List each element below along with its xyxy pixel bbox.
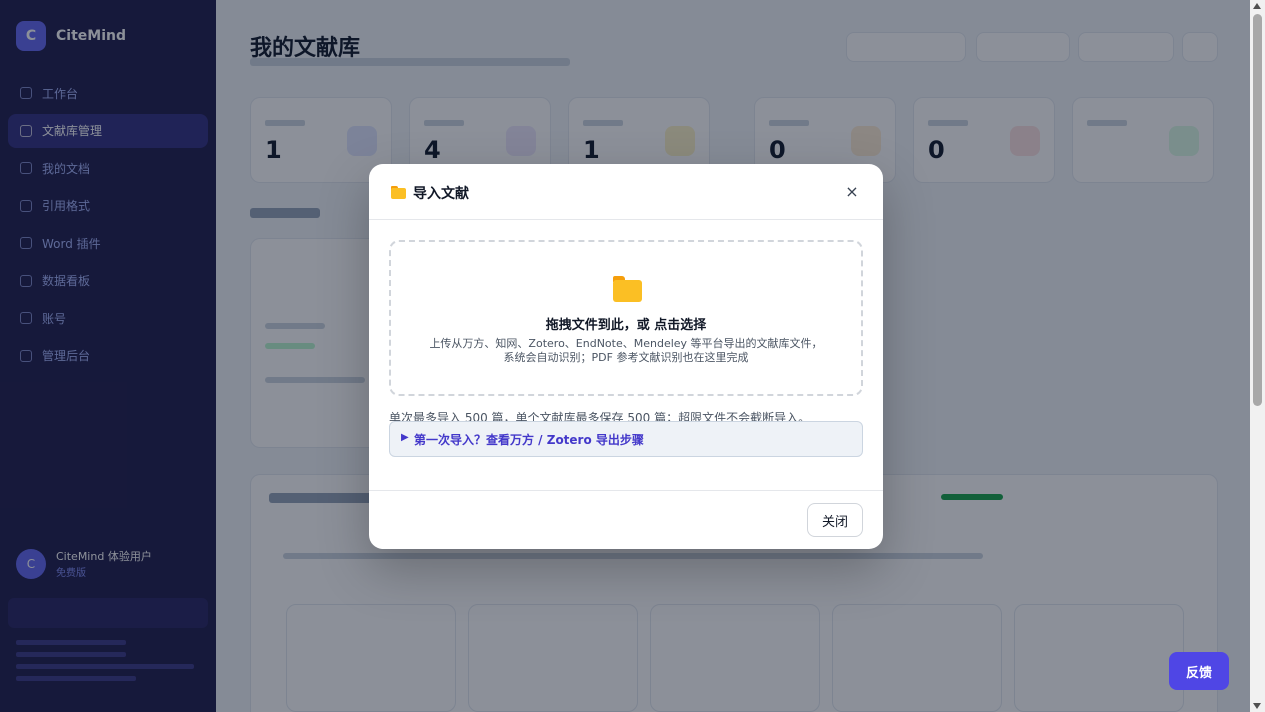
dropzone-title: 拖拽文件到此，或 点击选择 [545, 318, 707, 333]
close-icon[interactable]: × [841, 181, 863, 203]
caret-right-icon: ▶ [401, 432, 409, 443]
scroll-down-icon[interactable] [1253, 703, 1261, 709]
page-scrollbar[interactable] [1250, 0, 1265, 712]
export-steps-disclosure[interactable]: ▶ 第一次导入？查看万方 / Zotero 导出步骤 [389, 421, 863, 457]
scroll-thumb[interactable] [1253, 14, 1262, 406]
folder-icon [613, 276, 642, 302]
dropzone-desc-line: 上传从万方、知网、Zotero、EndNote、Mendeley 等平台导出的文… [429, 337, 823, 350]
dropzone-description: 上传从万方、知网、Zotero、EndNote、Mendeley 等平台导出的文… [391, 337, 861, 365]
modal-title: 导入文献 [413, 186, 469, 202]
close-button[interactable]: 关闭 [807, 503, 863, 537]
dropzone-desc-line: 系统会自动识别；PDF 参考文献识别也在这里完成 [503, 351, 749, 364]
modal-footer-divider [369, 490, 883, 491]
scroll-up-icon[interactable] [1253, 3, 1261, 9]
feedback-button[interactable]: 反馈 [1169, 652, 1229, 690]
disclosure-label: 第一次导入？查看万方 / Zotero 导出步骤 [414, 433, 644, 447]
import-modal: 导入文献 × 拖拽文件到此，或 点击选择 上传从万方、知网、Zotero、End… [369, 164, 883, 549]
file-dropzone[interactable]: 拖拽文件到此，或 点击选择 上传从万方、知网、Zotero、EndNote、Me… [389, 240, 863, 396]
folder-icon [391, 186, 406, 199]
modal-header: 导入文献 × [369, 164, 883, 220]
